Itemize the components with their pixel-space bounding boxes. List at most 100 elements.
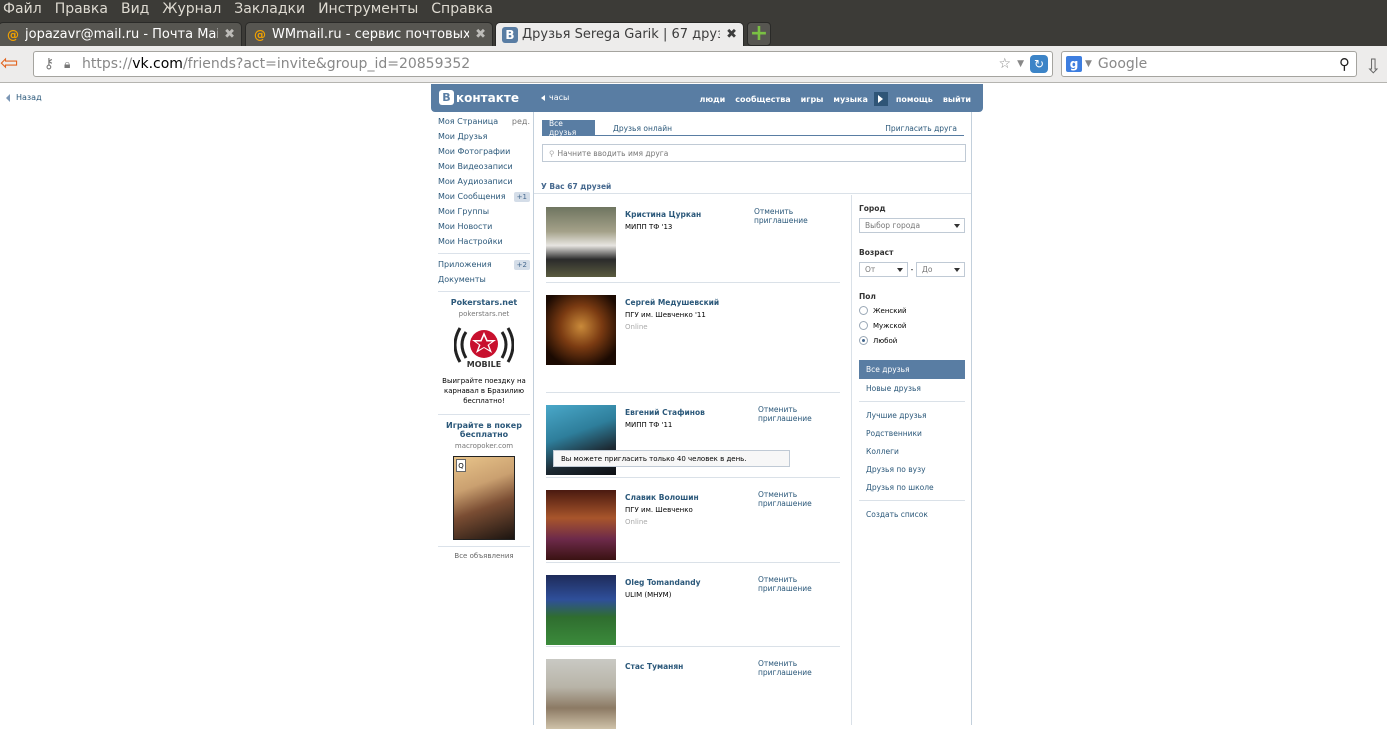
back-link[interactable]: Назад — [6, 93, 42, 102]
menu-my-groups[interactable]: Мои Группы — [438, 204, 530, 219]
sex-radio-female[interactable]: Женский — [859, 303, 965, 318]
avatar[interactable] — [546, 659, 616, 729]
tab-friends-online[interactable]: Друзья онлайн — [606, 120, 679, 136]
friend-name[interactable]: Стас Туманян — [625, 662, 683, 671]
friend-name[interactable]: Сергей Медушевский — [625, 298, 719, 307]
friend-name[interactable]: Oleg Tomandandy — [625, 578, 701, 587]
friend-name[interactable]: Евгений Стафинов — [625, 408, 705, 417]
nav-games[interactable]: игры — [801, 95, 824, 104]
sex-radio-male[interactable]: Мужской — [859, 318, 965, 333]
menu-my-friends[interactable]: Мои Друзья — [438, 129, 530, 144]
tab-mail[interactable]: @ jopazavr@mail.ru - Почта Mail.Ru ✖ — [0, 22, 242, 46]
menu-documents[interactable]: Документы — [438, 272, 530, 287]
cancel-invite-link[interactable]: Отменить приглашение — [758, 659, 828, 677]
list-best-friends[interactable]: Лучшие друзья — [859, 406, 965, 424]
cancel-invite-link[interactable]: Отменить приглашение — [758, 490, 828, 508]
tab-wmmail[interactable]: @ WMmail.ru - сервис почтовых рассылок ✖ — [245, 22, 493, 46]
reload-icon[interactable]: ↻ — [1030, 55, 1048, 73]
menu-apps[interactable]: Приложения +2 — [438, 257, 530, 272]
mail-at-icon: @ — [7, 27, 19, 42]
close-icon[interactable]: ✖ — [726, 27, 737, 42]
list-all-friends[interactable]: Все друзья — [859, 360, 965, 379]
tab-all-friends[interactable]: Все друзья — [542, 119, 595, 137]
menu-my-messages[interactable]: Мои Сообщения +1 — [438, 189, 530, 204]
vk-logo-text: контакте — [456, 90, 519, 105]
friend-search-input[interactable]: ⚲ Начните вводить имя друга — [542, 144, 966, 162]
avatar[interactable] — [546, 295, 616, 365]
messages-badge: +1 — [513, 191, 530, 202]
menu-history[interactable]: Журнал — [162, 0, 221, 19]
close-icon[interactable]: ✖ — [475, 27, 486, 42]
friend-name[interactable]: Славик Волошин — [625, 493, 699, 502]
friend-name[interactable]: Кристина Цуркан — [625, 210, 701, 219]
list-relatives[interactable]: Родственники — [859, 424, 965, 442]
search-bar[interactable]: g ▼ Google ⚲ — [1061, 51, 1357, 77]
cancel-invite-link[interactable]: Отменить приглашение — [758, 405, 828, 423]
list-colleagues[interactable]: Коллеги — [859, 442, 965, 460]
list-school-friends[interactable]: Друзья по школе — [859, 478, 965, 496]
pokerstars-logo-icon[interactable]: MOBILE — [453, 324, 515, 370]
identity-key-icon[interactable]: ⚷ — [34, 56, 64, 72]
vk-logo[interactable]: В контакте — [439, 90, 519, 105]
menu-my-page[interactable]: Моя Страница ред. — [438, 114, 530, 129]
ad-macropoker[interactable]: Играйте в покер бесплатно macropoker.com… — [438, 421, 530, 540]
chevron-down-icon — [897, 268, 903, 272]
radio-label: Мужской — [873, 321, 907, 330]
menu-my-videos[interactable]: Мои Видеозаписи — [438, 159, 530, 174]
menu-bookmarks[interactable]: Закладки — [234, 0, 305, 19]
menu-my-audio[interactable]: Мои Аудиозаписи — [438, 174, 530, 189]
url-domain: vk.com — [132, 56, 183, 72]
avatar[interactable] — [546, 207, 616, 277]
search-engine-dropdown-icon[interactable]: ▼ — [1085, 59, 1092, 69]
ad-title[interactable]: Pokerstars.net — [438, 298, 530, 307]
menu-file[interactable]: Файл — [3, 0, 42, 19]
menu-edit[interactable]: Правка — [55, 0, 108, 19]
menu-my-news[interactable]: Мои Новости — [438, 219, 530, 234]
google-icon[interactable]: g — [1066, 56, 1082, 72]
nav-communities[interactable]: сообщества — [735, 95, 790, 104]
nav-music[interactable]: музыка — [833, 95, 867, 104]
avatar[interactable] — [546, 575, 616, 645]
age-from-value: От — [865, 265, 876, 274]
back-label: Назад — [16, 93, 42, 102]
menu-view[interactable]: Вид — [121, 0, 149, 19]
download-icon[interactable]: ⇩ — [1365, 54, 1382, 78]
city-select[interactable]: Выбор города — [859, 218, 965, 233]
left-menu: Моя Страница ред. Мои Друзья Мои Фотограф… — [438, 114, 530, 560]
list-new-friends[interactable]: Новые друзья — [859, 379, 965, 397]
list-university-friends[interactable]: Друзья по вузу — [859, 460, 965, 478]
nav-logout[interactable]: выйти — [943, 95, 971, 104]
play-icon[interactable] — [873, 92, 888, 106]
tab-vk-friends[interactable]: В Друзья Serega Garik | 67 друзей ✖ — [495, 22, 744, 46]
close-icon[interactable]: ✖ — [224, 27, 235, 42]
invite-friend-link[interactable]: Пригласить друга — [878, 120, 964, 136]
ad-pokerstars[interactable]: Pokerstars.net pokerstars.net MOBILE Выи… — [438, 298, 530, 406]
ad-image[interactable]: Q — [453, 456, 515, 540]
nav-help[interactable]: помощь — [896, 95, 933, 104]
age-to-select[interactable]: До — [916, 262, 965, 277]
bookmark-star-icon[interactable]: ☆ — [999, 56, 1012, 72]
cancel-invite-link[interactable]: Отменить приглашение — [754, 207, 840, 225]
new-tab-button[interactable]: + — [747, 22, 771, 46]
ad-title[interactable]: Играйте в покер бесплатно — [438, 421, 530, 439]
sex-radio-any[interactable]: Любой — [859, 333, 965, 348]
cancel-invite-link[interactable]: Отменить приглашение — [758, 575, 828, 593]
create-list-link[interactable]: Создать список — [859, 505, 965, 523]
nav-people[interactable]: люди — [700, 95, 726, 104]
friends-tabs: Все друзья Друзья онлайн Пригласить друг… — [542, 119, 964, 137]
avatar[interactable] — [546, 490, 616, 560]
clock-link[interactable]: часы — [541, 93, 569, 102]
url-bar[interactable]: ⚷ 🔒︎ https://vk.com/friends?act=invite&g… — [33, 51, 1053, 77]
back-arrow-icon[interactable]: ⇦ — [0, 52, 24, 76]
menu-my-settings[interactable]: Мои Настройки — [438, 234, 530, 249]
age-from-select[interactable]: От — [859, 262, 908, 277]
dropdown-icon[interactable]: ▼ — [1017, 59, 1024, 69]
online-status: Online — [625, 323, 648, 331]
magnifier-icon[interactable]: ⚲ — [1339, 55, 1350, 73]
all-ads-link[interactable]: Все объявления — [438, 546, 530, 560]
radio-icon — [859, 321, 868, 330]
menu-my-photos[interactable]: Мои Фотографии — [438, 144, 530, 159]
menu-help[interactable]: Справка — [431, 0, 493, 19]
edit-link[interactable]: ред. — [512, 117, 530, 126]
menu-tools[interactable]: Инструменты — [318, 0, 418, 19]
